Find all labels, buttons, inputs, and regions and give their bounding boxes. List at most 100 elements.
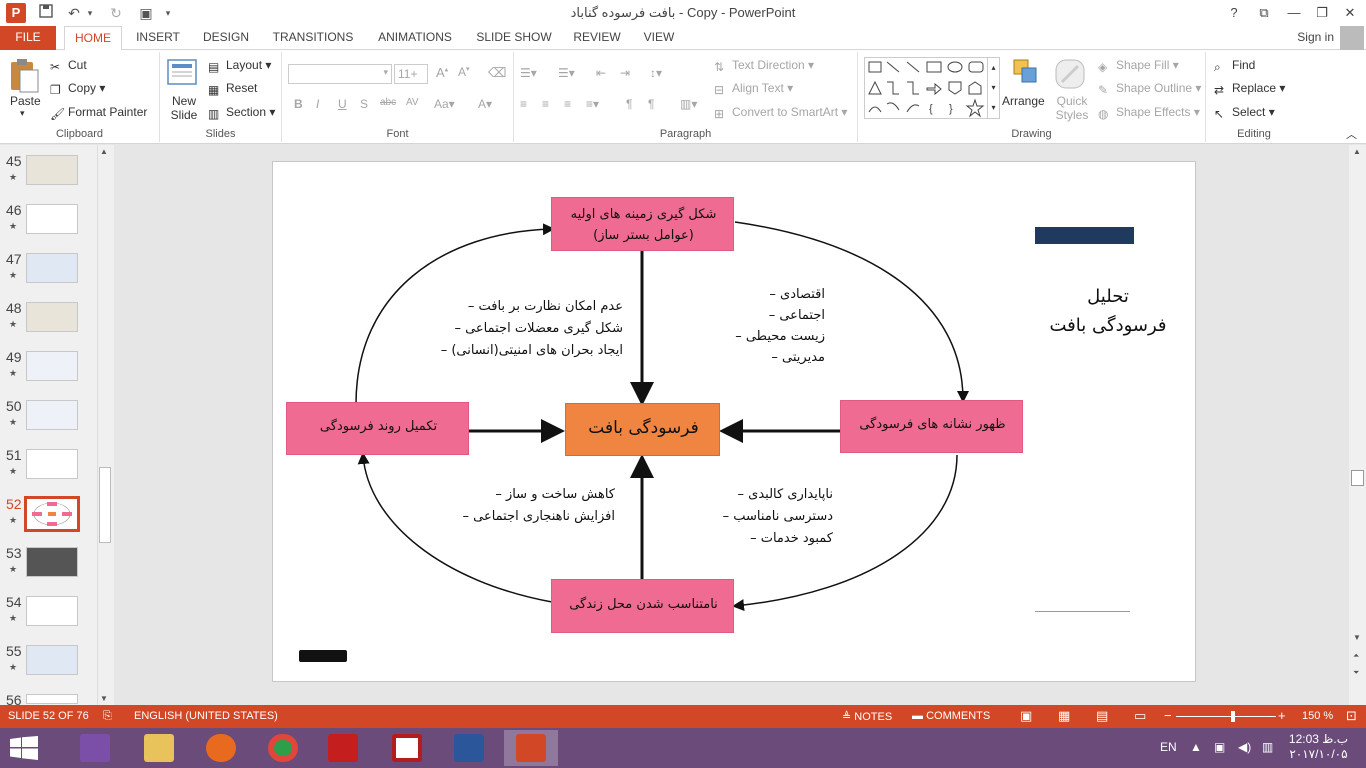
box-decay-signs[interactable]: ظهور نشانه های فرسودگی	[840, 400, 1023, 453]
align-center-icon[interactable]: ≡	[542, 97, 549, 111]
zoom-slider-thumb[interactable]	[1231, 711, 1235, 722]
arrange-button[interactable]: Arrange	[1002, 94, 1045, 108]
maximize-button[interactable]: ❐	[1310, 3, 1334, 23]
visual-studio-taskbar-button[interactable]	[68, 730, 122, 766]
ltr-icon[interactable]: ¶	[626, 97, 632, 111]
text-direction-button[interactable]: ⇅ Text Direction ▾	[714, 58, 814, 74]
comments-button[interactable]: ▬ COMMENTS	[912, 710, 990, 722]
slide-thumbnail[interactable]	[26, 449, 78, 479]
slide-thumbnail[interactable]	[26, 547, 78, 577]
avatar[interactable]	[1340, 26, 1364, 50]
tab-slide-show[interactable]: SLIDE SHOW	[472, 26, 556, 50]
strikethrough-icon[interactable]: abc	[380, 97, 396, 108]
arrange-icon[interactable]	[1010, 58, 1042, 90]
spell-check-icon[interactable]: ⎘	[103, 710, 112, 723]
rtl-icon[interactable]: ¶	[648, 97, 654, 111]
section-button[interactable]: ▥ Section ▾	[208, 105, 275, 121]
bold-icon[interactable]: B	[294, 97, 303, 111]
quick-styles-button[interactable]: Quick Styles	[1054, 94, 1090, 122]
editor-scroll-thumb[interactable]	[1351, 470, 1364, 486]
tab-view[interactable]: VIEW	[636, 26, 682, 50]
scroll-down-icon[interactable]: ▼	[100, 694, 108, 703]
minimize-button[interactable]: —	[1282, 3, 1306, 23]
slide-thumbnail[interactable]	[26, 694, 78, 704]
slide-thumbnail[interactable]	[26, 400, 78, 430]
slide-sorter-icon[interactable]: ▦	[1058, 708, 1070, 724]
normal-view-icon[interactable]: ▣	[1020, 708, 1032, 724]
language-bar[interactable]: EN	[1160, 740, 1177, 754]
slide-thumbnail[interactable]	[26, 302, 78, 332]
slide-thumbnail[interactable]	[26, 645, 78, 675]
quick-styles-icon[interactable]	[1054, 58, 1086, 90]
new-slide-icon[interactable]	[166, 58, 198, 90]
previous-slide-icon[interactable]: ⏶	[1353, 651, 1359, 661]
slide-thumbnail[interactable]	[26, 253, 78, 283]
paste-icon[interactable]	[8, 58, 40, 93]
file-explorer-taskbar-button[interactable]	[132, 730, 186, 766]
slide-thumbnail[interactable]	[26, 351, 78, 381]
shape-outline-button[interactable]: ✎ Shape Outline ▾	[1098, 81, 1201, 97]
numbering-icon[interactable]: ☰▾	[558, 66, 575, 80]
character-spacing-icon[interactable]: AV	[406, 97, 419, 108]
filezilla-taskbar-button[interactable]	[380, 730, 434, 766]
tab-transitions[interactable]: TRANSITIONS	[268, 26, 358, 50]
increase-font-icon[interactable]: A▴	[436, 65, 448, 80]
clear-formatting-icon[interactable]: ⌫	[488, 65, 506, 81]
next-slide-icon[interactable]: ⏷	[1353, 668, 1359, 678]
show-hidden-icons-icon[interactable]: ▲	[1190, 740, 1202, 754]
acrobat-taskbar-button[interactable]	[316, 730, 370, 766]
tab-review[interactable]: REVIEW	[568, 26, 626, 50]
box-unsuitable-living[interactable]: نامتناسب شدن محل زندگی	[551, 579, 734, 633]
close-button[interactable]: ✕	[1338, 3, 1362, 23]
slide-thumbnail-current[interactable]	[24, 496, 80, 532]
scroll-up-icon[interactable]: ▲	[1353, 147, 1361, 156]
slide-show-icon[interactable]: ▭	[1134, 708, 1146, 724]
line-spacing-icon[interactable]: ↕▾	[650, 66, 662, 80]
box-initial-factors[interactable]: شکل گیری زمینه های اولیه (عوامل بستر ساز…	[551, 197, 734, 251]
sign-in-link[interactable]: Sign in	[1297, 30, 1334, 44]
clock[interactable]: 12:03 ب.ظ ۲۰۱۷/۱۰/۰۵	[1289, 732, 1348, 762]
slide-canvas[interactable]: تحلیل فرسودگی بافت شکل گیری زمینه های او…	[272, 161, 1196, 682]
slide-thumbnail[interactable]	[26, 155, 78, 185]
scroll-up-icon[interactable]: ▲	[100, 147, 108, 156]
slide-thumbnail[interactable]	[26, 204, 78, 234]
font-family-select[interactable]: ▾	[288, 64, 392, 84]
italic-icon[interactable]: I	[316, 97, 319, 111]
align-left-icon[interactable]: ≡	[520, 97, 527, 111]
thumbnail-scroll-thumb[interactable]	[99, 467, 111, 543]
word-taskbar-button[interactable]	[442, 730, 496, 766]
volume-icon[interactable]: ◀)	[1238, 740, 1251, 754]
tab-animations[interactable]: ANIMATIONS	[370, 26, 460, 50]
copy-button[interactable]: ❐ Copy ▾	[50, 81, 105, 97]
font-size-select[interactable]: 11+	[394, 64, 428, 84]
zoom-slider[interactable]	[1176, 716, 1276, 717]
scroll-down-icon[interactable]: ▼	[1353, 633, 1361, 642]
select-button[interactable]: ↖ Select ▾	[1214, 105, 1275, 121]
decrease-indent-icon[interactable]: ⇤	[596, 66, 606, 80]
paste-dropdown-icon[interactable]: ▾	[20, 108, 25, 119]
replace-button[interactable]: ⇄ Replace ▾	[1214, 81, 1285, 97]
fit-to-window-icon[interactable]: ⊡	[1346, 708, 1357, 724]
justify-icon[interactable]: ≡▾	[586, 97, 599, 111]
action-center-icon[interactable]: ▥	[1262, 740, 1273, 754]
box-decay-completion[interactable]: تکمیل روند فرسودگی	[286, 402, 469, 455]
firefox-taskbar-button[interactable]	[194, 730, 248, 766]
shapes-gallery-scroll[interactable]: ▴ ▾ ▾	[987, 58, 999, 118]
editor-vertical-scrollbar[interactable]: ▲ ▼ ⏶ ⏷	[1349, 145, 1366, 705]
cut-button[interactable]: ✂ Cut	[50, 58, 87, 74]
paste-button[interactable]: Paste	[10, 94, 41, 108]
layout-button[interactable]: ▤ Layout ▾	[208, 58, 271, 74]
tab-home[interactable]: HOME	[64, 26, 122, 51]
align-right-icon[interactable]: ≡	[564, 97, 571, 111]
shapes-gallery[interactable]: {} ▴ ▾ ▾	[864, 57, 1000, 119]
windows-start-icon[interactable]	[10, 736, 38, 763]
tab-design[interactable]: DESIGN	[198, 26, 254, 50]
zoom-in-icon[interactable]: +	[1278, 708, 1286, 723]
reset-button[interactable]: ▦ Reset	[208, 81, 257, 97]
tab-insert[interactable]: INSERT	[132, 26, 184, 50]
ribbon-display-options-button[interactable]: ⧉	[1252, 3, 1276, 23]
new-slide-button[interactable]: New Slide	[166, 94, 202, 122]
columns-icon[interactable]: ▥▾	[680, 97, 697, 111]
powerpoint-taskbar-button[interactable]	[504, 730, 558, 766]
shadow-icon[interactable]: S	[360, 97, 368, 111]
